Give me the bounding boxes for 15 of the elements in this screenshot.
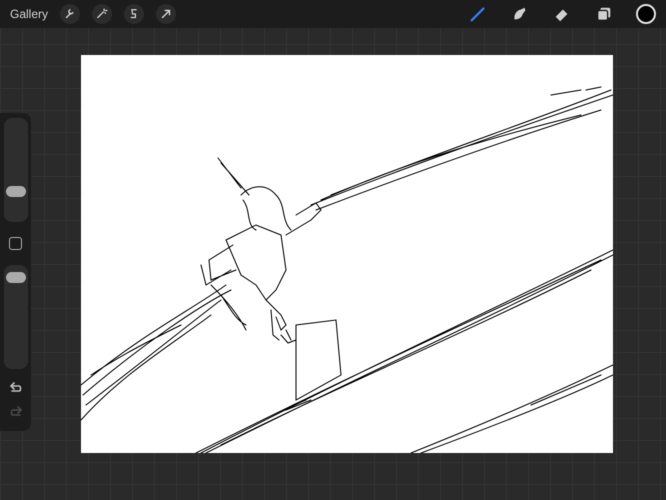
undo-button[interactable]	[8, 381, 22, 393]
selection-button[interactable]	[124, 4, 144, 24]
layers-icon	[595, 5, 613, 23]
magic-wand-icon	[95, 7, 110, 21]
arrow-button[interactable]	[156, 4, 176, 24]
slider-thumb[interactable]	[6, 272, 26, 283]
wrench-button[interactable]	[60, 4, 80, 24]
opacity-slider[interactable]	[4, 265, 28, 369]
color-swatch[interactable]	[636, 4, 656, 24]
modify-button[interactable]	[9, 237, 22, 250]
slider-thumb[interactable]	[6, 186, 26, 197]
brush-size-slider[interactable]	[4, 118, 28, 222]
gallery-button[interactable]: Gallery	[10, 5, 48, 23]
magic-wand-button[interactable]	[92, 4, 112, 24]
brush-icon	[469, 5, 487, 23]
